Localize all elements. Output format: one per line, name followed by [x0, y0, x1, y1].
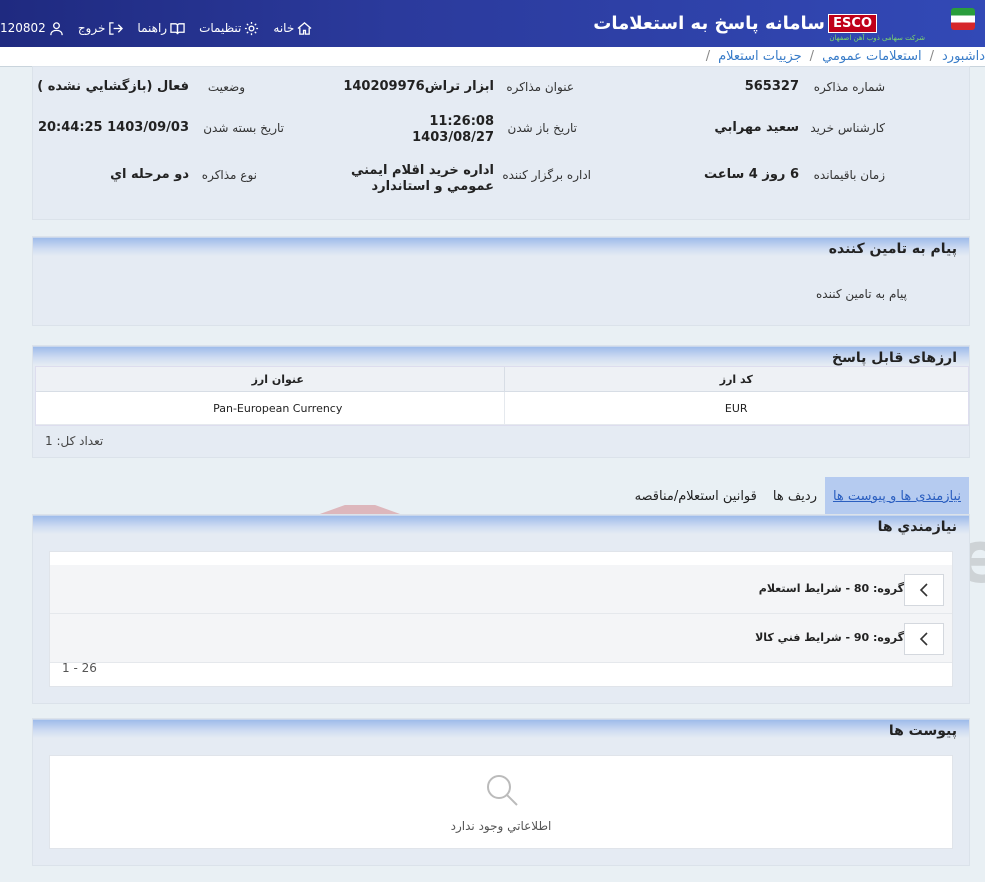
breadcrumb: داشبورد / استعلامات عمومي / جزييات استعل… — [0, 47, 985, 67]
organizer-line2: عمومي و استاندارد — [371, 179, 494, 194]
supplier-message-card: پیام به تامین کننده پيام به تامين كننده — [32, 236, 970, 326]
total-count: تعداد كل: 1 — [45, 434, 104, 448]
home-label: خانه — [273, 21, 295, 35]
tab-rows[interactable]: رديف ها — [765, 489, 825, 514]
remaining-time: 6 روز 4 ساعت — [703, 167, 799, 182]
closing-date-label: تاريخ بسته شدن — [203, 121, 284, 135]
currencies-card: ارزهای قابل پاسخ عنوان ارز كد ارز Pan-Eu… — [32, 345, 970, 458]
currency-code-cell: EUR — [724, 401, 748, 415]
supplier-message-title: پیام به تامین کننده — [33, 237, 969, 257]
chevron-left-icon — [919, 583, 928, 597]
group-label: گروه: 90 - شرايط فني كالا — [755, 631, 904, 644]
attachments-card: پیوست ها اطلاعاتي وجود ندارد — [32, 718, 970, 866]
closing-date: 1403/09/03 20:44:25 — [37, 120, 189, 135]
negotiation-number-label: شماره مذاکره — [813, 80, 885, 94]
search-icon — [487, 775, 518, 806]
attachments-list: اطلاعاتي وجود ندارد — [49, 755, 953, 849]
gear-icon — [245, 21, 259, 35]
breadcrumb-inquiry-details[interactable]: جزييات استعلام — [718, 49, 802, 64]
organizer-label: اداره برگزار كننده — [502, 168, 591, 182]
needs-title: نیازمندي ها — [33, 515, 969, 535]
organizer-line1: اداره خريد اقلام ايمني — [350, 163, 494, 178]
status-value: فعال (بازگشايي نشده ) — [37, 79, 189, 94]
detail-tabs: نیازمندی ها و پیوست ها رديف ها قوانين اس… — [627, 474, 969, 514]
purchase-expert-label: كارشناس خريد — [810, 121, 885, 135]
purchase-expert: سعيد مهرابي — [714, 120, 799, 135]
table-row[interactable]: Pan-European Currency EUR — [36, 392, 968, 425]
app-title: سامانه پاسخ به استعلامات — [593, 13, 825, 34]
empty-message: اطلاعاتي وجود ندارد — [450, 819, 552, 833]
settings-label: تنظیمات — [199, 21, 242, 35]
breadcrumb-dashboard[interactable]: داشبورد — [942, 49, 985, 64]
user-id: 120802 — [0, 21, 46, 35]
group-label: گروه: 80 - شرايط استعلام — [758, 582, 904, 595]
pager-range: 1 - 26 — [62, 661, 97, 675]
negotiation-title: ابزار تراش140209976 — [343, 79, 494, 94]
iran-flag-logo — [951, 8, 975, 30]
chevron-left-icon — [919, 632, 928, 646]
negotiation-title-label: عنوان مذاکره — [506, 80, 574, 94]
home-button[interactable]: خانه — [273, 21, 312, 36]
user-menu[interactable]: 120802 — [0, 21, 64, 36]
top-header: ESCO شرکت سهامی ذوب آهن اصفهان سامانه پا… — [0, 0, 985, 47]
currency-title-cell: Pan-European Currency — [52, 392, 505, 424]
expand-button[interactable] — [904, 574, 944, 606]
column-header-currency-code[interactable]: كد ارز — [505, 367, 969, 391]
logout-button[interactable]: خروج — [78, 21, 124, 36]
home-icon — [297, 21, 312, 35]
tab-needs-attachments[interactable]: نیازمندی ها و پیوست ها — [824, 477, 969, 514]
list-item[interactable]: گروه: 90 - شرايط فني كالا — [50, 614, 952, 663]
tab-rules[interactable]: قوانين استعلام/مناقصه — [627, 489, 765, 514]
settings-button[interactable]: تنظیمات — [199, 21, 259, 36]
logout-icon — [109, 21, 124, 35]
expand-button[interactable] — [904, 623, 944, 655]
column-header-currency-title[interactable]: عنوان ارز — [52, 367, 505, 391]
esco-logo: ESCO — [828, 14, 877, 33]
breadcrumb-separator: / — [929, 49, 934, 64]
needs-card: نیازمندي ها گروه: 80 - شرايط استعلام گرو… — [32, 514, 970, 704]
supplier-message-body: پيام به تامين كننده — [816, 287, 907, 301]
opening-date: 1403/08/27 — [412, 130, 494, 145]
negotiation-number: 565327 — [744, 79, 799, 94]
status-label: وضعیت — [207, 80, 245, 94]
guide-button[interactable]: راهنما — [137, 21, 185, 36]
user-icon — [50, 21, 63, 35]
top-nav: 120802 خروج راهنما تنظیمات خانه — [0, 18, 326, 38]
currencies-title: ارزهای قابل پاسخ — [33, 346, 969, 366]
breadcrumb-public-inquiries[interactable]: استعلامات عمومي — [822, 49, 922, 64]
negotiation-type: دو مرحله اي — [110, 167, 189, 182]
logout-label: خروج — [77, 21, 106, 35]
breadcrumb-separator: / — [705, 49, 711, 64]
inquiry-info-card: شماره مذاکره 565327 كارشناس خريد سعيد مه… — [32, 66, 970, 220]
book-icon — [170, 22, 185, 34]
opening-date-label: تاريخ باز شدن — [507, 121, 577, 135]
list-item[interactable]: گروه: 80 - شرايط استعلام — [50, 565, 952, 614]
table-header: عنوان ارز كد ارز — [36, 367, 968, 392]
opening-time: 11:26:08 — [429, 114, 494, 129]
needs-list: گروه: 80 - شرايط استعلام گروه: 90 - شراي… — [49, 551, 953, 687]
breadcrumb-separator: / — [809, 49, 815, 64]
brand-subtitle: شرکت سهامی ذوب آهن اصفهان — [829, 34, 925, 42]
attachments-title: پیوست ها — [33, 719, 969, 739]
guide-label: راهنما — [137, 21, 168, 35]
negotiation-type-label: نوع مذاكره — [201, 168, 257, 182]
currencies-table: عنوان ارز كد ارز Pan-European Currency E… — [35, 366, 969, 426]
remaining-time-label: زمان باقيمانده — [813, 168, 885, 182]
